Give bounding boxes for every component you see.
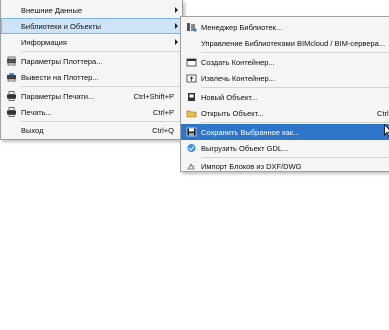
menu-item-label: Информация <box>21 38 67 47</box>
menu-item-print-setup[interactable]: Параметры Печати... Ctrl+Shift+P <box>1 88 182 104</box>
menu-separator <box>201 87 389 88</box>
printer-setup-icon <box>6 91 17 101</box>
menu-item-print[interactable]: Печать... Ctrl+P <box>1 104 182 120</box>
menu-item-label: Параметры Плоттера... <box>21 57 103 66</box>
menu-item-save-selection-as[interactable]: Сохранить Выбранное как... <box>181 124 389 140</box>
submenu-arrow-icon <box>175 7 178 13</box>
menu-item-label: Выгрузить Объект GDL... <box>201 144 289 153</box>
menu-item-extract-container[interactable]: Извлечь Контейнер... <box>181 70 389 86</box>
submenu-arrow-icon <box>175 39 178 45</box>
menu-item-label: Открыть Объект... <box>201 109 264 118</box>
menu-item-label: Библиотеки и Объекты <box>21 22 101 31</box>
menu-item-shortcut: Ctrl+Q <box>152 126 174 135</box>
menu-item-libraries-and-objects[interactable]: Библиотеки и Объекты <box>1 18 182 34</box>
menu-item-label: Создать Контейнер... <box>201 58 275 67</box>
new-object-icon <box>186 92 197 102</box>
menu-item-export-gdl[interactable]: Выгрузить Объект GDL... <box>181 140 389 156</box>
menu-item-create-container[interactable]: Создать Контейнер... <box>181 54 389 70</box>
menu-item-label: Менеджер Библиотек... <box>201 23 283 32</box>
menu-item-label: Вывести на Плоттер... <box>21 73 99 82</box>
menu-item-label: Извлечь Контейнер... <box>201 74 275 83</box>
menu-item-new-object[interactable]: Новый Объект... <box>181 89 389 105</box>
mouse-cursor-icon <box>384 123 389 140</box>
submenu-arrow-icon <box>175 23 178 29</box>
save-icon <box>186 127 197 137</box>
menu-item-library-manager[interactable]: Менеджер Библиотек... <box>181 19 389 35</box>
library-manager-icon <box>186 22 197 32</box>
menu-separator <box>201 52 389 53</box>
menu-item-label: Импорт Блоков из DXF/DWG <box>201 162 302 171</box>
menu-separator <box>201 122 389 123</box>
menu-item-external-data[interactable]: Внешние Данные <box>1 2 182 18</box>
menu-item-shortcut: Ctrl+Shif <box>377 109 389 118</box>
menu-separator <box>21 86 180 87</box>
import-blocks-icon <box>186 161 197 171</box>
menu-item-open-object[interactable]: Открыть Объект... Ctrl+Shif <box>181 105 389 121</box>
menu-item-shortcut: Ctrl+P <box>152 108 174 117</box>
plotter-icon <box>6 72 17 82</box>
menu-item-label: Внешние Данные <box>21 6 83 15</box>
menu-item-plotter-setup[interactable]: Параметры Плоттера... <box>1 53 182 69</box>
gdl-export-icon <box>186 143 197 153</box>
open-object-icon <box>186 108 197 118</box>
menu-item-label: Новый Объект... <box>201 93 258 102</box>
menu-item-label: Печать... <box>21 108 52 117</box>
printer-icon <box>6 107 17 117</box>
menu-item-import-dxf-dwg-blocks[interactable]: Импорт Блоков из DXF/DWG <box>181 158 389 174</box>
menu-item-bimcloud-libraries[interactable]: Управление Библиотеками BIMcloud / BIM-с… <box>181 35 389 51</box>
menu-item-info[interactable]: Информация <box>1 34 182 50</box>
file-menu: Внешние Данные Библиотеки и Объекты Инфо… <box>0 0 183 140</box>
extract-container-icon <box>186 73 197 83</box>
menu-item-shortcut: Ctrl+Shift+P <box>133 92 174 101</box>
plotter-setup-icon <box>6 56 17 66</box>
menu-item-exit[interactable]: Выход Ctrl+Q <box>1 122 182 138</box>
menu-item-label: Управление Библиотеками BIMcloud / BIM-с… <box>201 39 386 48</box>
menu-separator <box>21 51 180 52</box>
menu-item-plot[interactable]: Вывести на Плоттер... <box>1 69 182 85</box>
menu-item-label: Выход <box>21 126 44 135</box>
menu-item-label: Сохранить Выбранное как... <box>201 128 300 137</box>
menu-item-label: Параметры Печати... <box>21 92 95 101</box>
libraries-submenu: Менеджер Библиотек... Управление Библиот… <box>180 16 389 172</box>
create-container-icon <box>186 57 197 67</box>
